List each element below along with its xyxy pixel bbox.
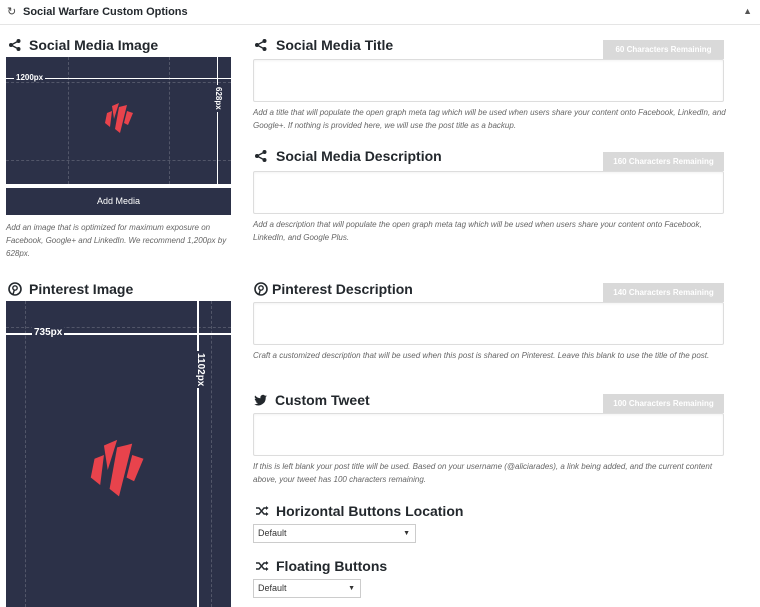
horizontal-location-heading: Horizontal Buttons Location — [276, 503, 464, 519]
share-icon — [255, 39, 267, 51]
panel-header[interactable]: ↻ Social Warfare Custom Options ▲ — [0, 0, 760, 25]
social-description-help: Add a description that will populate the… — [253, 220, 702, 242]
width-dimension-label: 1200px — [14, 73, 46, 82]
pin-height-dimension-label: 1102px — [195, 351, 206, 389]
pinterest-description-heading: Pinterest Description — [272, 281, 413, 297]
social-title-help: Add a title that will populate the open … — [253, 108, 726, 130]
social-description-counter: 160 Characters Remaining — [603, 152, 724, 171]
custom-tweet-help: If this is left blank your post title wi… — [253, 462, 713, 484]
custom-tweet-textarea[interactable] — [253, 413, 724, 456]
social-title-textarea[interactable] — [253, 59, 724, 102]
social-title-heading: Social Media Title — [276, 37, 394, 53]
custom-tweet-heading: Custom Tweet — [275, 392, 370, 408]
social-image-preview[interactable]: 1200px 628px — [6, 57, 231, 184]
social-warfare-logo — [90, 439, 144, 497]
horizontal-location-value: Default — [258, 528, 287, 538]
horizontal-location-select[interactable]: Default ▼ — [253, 524, 416, 543]
custom-tweet-counter: 100 Characters Remaining — [603, 394, 724, 413]
pinterest-description-textarea[interactable] — [253, 302, 724, 345]
shuffle-icon — [256, 561, 269, 571]
floating-buttons-value: Default — [258, 583, 287, 593]
chevron-down-icon: ▼ — [348, 585, 355, 592]
floating-buttons-select[interactable]: Default ▼ — [253, 579, 361, 598]
pinterest-icon — [254, 282, 268, 296]
pin-width-dimension-label: 735px — [32, 327, 65, 338]
share-alt-icon: ↻ — [7, 6, 17, 18]
share-icon — [9, 39, 21, 51]
pinterest-image-title: Pinterest Image — [29, 281, 134, 297]
shuffle-icon — [256, 506, 269, 516]
social-image-help: Add an image that is optimized for maxim… — [6, 223, 227, 258]
chevron-down-icon: ▼ — [403, 530, 410, 537]
social-description-heading: Social Media Description — [276, 148, 442, 164]
social-title-counter: 60 Characters Remaining — [603, 40, 724, 59]
collapse-arrow-icon[interactable]: ▲ — [743, 6, 752, 16]
social-warfare-logo — [105, 103, 133, 133]
social-description-textarea[interactable] — [253, 171, 724, 214]
share-icon — [255, 150, 267, 162]
twitter-icon — [254, 394, 267, 406]
social-image-title: Social Media Image — [29, 37, 159, 53]
pinterest-description-counter: 140 Characters Remaining — [603, 283, 724, 302]
add-media-button[interactable]: Add Media — [6, 188, 231, 215]
pinterest-description-help: Craft a customized description that will… — [253, 351, 710, 360]
panel-title: Social Warfare Custom Options — [23, 6, 188, 18]
floating-buttons-heading: Floating Buttons — [276, 558, 388, 574]
pinterest-image-preview[interactable]: 735px 1102px — [6, 301, 231, 607]
height-dimension-label: 628px — [214, 85, 223, 112]
pinterest-icon — [8, 282, 22, 296]
